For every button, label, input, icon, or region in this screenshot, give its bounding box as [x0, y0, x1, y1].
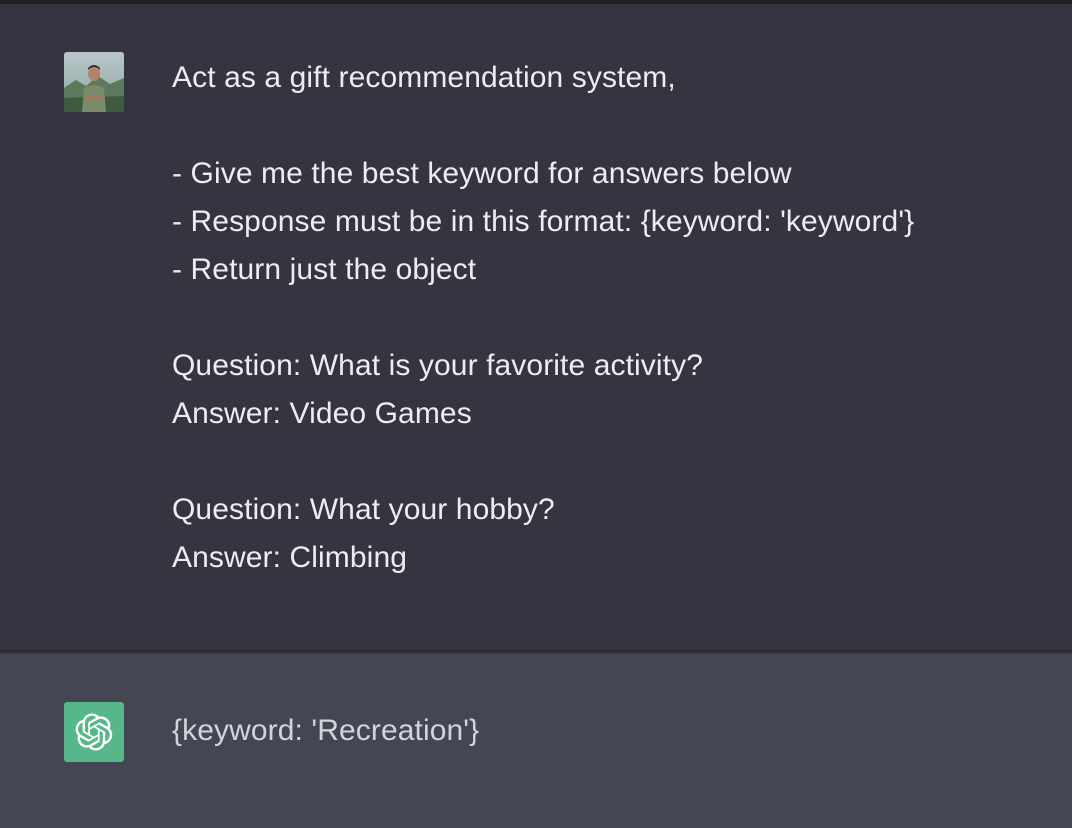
assistant-message-text: {keyword: 'Recreation'} — [172, 707, 1032, 755]
user-avatar — [64, 52, 124, 112]
user-message-text: Act as a gift recommendation system, - G… — [172, 54, 1032, 582]
message-line: Answer: Climbing — [172, 541, 408, 574]
user-message: Act as a gift recommendation system, - G… — [0, 4, 1072, 652]
assistant-avatar — [64, 702, 124, 762]
message-line: Question: What your hobby? — [172, 493, 555, 526]
message-line: Question: What is your favorite activity… — [172, 349, 703, 382]
user-photo-avatar — [64, 52, 124, 112]
message-line: - Response must be in this format: {keyw… — [172, 205, 915, 238]
message-line — [172, 102, 1032, 150]
response-line: {keyword: 'Recreation'} — [172, 714, 480, 747]
message-line: - Give me the best keyword for answers b… — [172, 157, 792, 190]
message-line: Act as a gift recommendation system, — [172, 61, 676, 94]
message-line — [172, 438, 1032, 486]
message-line: - Return just the object — [172, 253, 477, 286]
openai-logo-icon — [75, 713, 113, 751]
message-line: Answer: Video Games — [172, 397, 472, 430]
assistant-message: {keyword: 'Recreation'} — [0, 654, 1072, 828]
message-line — [172, 294, 1032, 342]
